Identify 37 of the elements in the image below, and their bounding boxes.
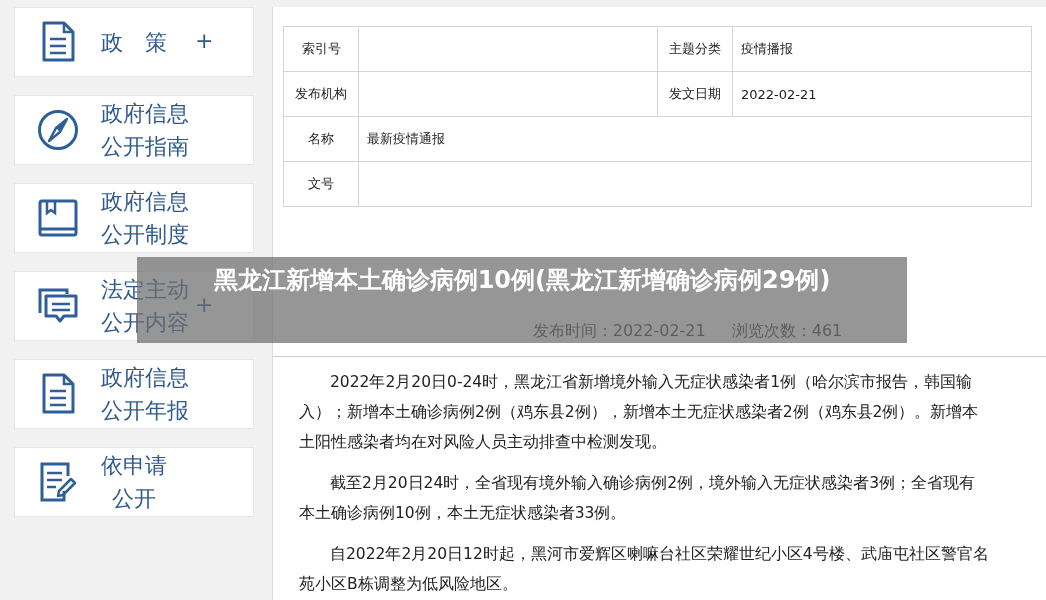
article-paragraph: 自2022年2月20日12时起，黑河市爱辉区喇嘛台社区荣耀世纪小区4号楼、武庙屯社区警官名苑小区B栋调整为低风险地区。: [299, 544, 990, 595]
document-icon: [41, 21, 75, 63]
meta-text: 浏览次数：461: [731, 321, 843, 342]
document-icon: [41, 373, 75, 415]
field-label: 发布机构: [283, 71, 359, 117]
article-paragraph: 2022年2月20日0-24时，黑龙江省新增境外输入无症状感染者1例（哈尔滨市报告，韩国输入）；新增本土确诊病例2例（鸡东县2例），新增本土无症状感染者2例（鸡东县2例）。新增本土阳性感染者均在对风险人员主动排查中检测发现。: [299, 372, 980, 453]
sidebar-label: 依申请: [101, 452, 167, 480]
edit-icon: [40, 461, 76, 503]
sidebar-item[interactable]: 依申请 公开: [14, 447, 254, 517]
field-label: 发文日期: [657, 71, 733, 117]
sidebar-label: 公开年报: [101, 397, 189, 425]
sidebar-item[interactable]: 政府信息 公开指南: [14, 95, 254, 165]
field-label: 索引号: [283, 26, 359, 72]
sidebar-item[interactable]: 政府信息 公开年报: [14, 359, 254, 429]
sidebar-label: 公开: [112, 485, 156, 513]
sidebar-label: 公开内容: [101, 309, 189, 337]
chat-icon: [38, 287, 78, 325]
field-value: 最新疫情通报: [358, 116, 1032, 162]
field-value: 2022-02-21: [732, 71, 1032, 117]
book-icon: [38, 199, 78, 237]
expand-toggle[interactable]: +: [195, 26, 214, 56]
meta-text: 发布时间：2022-02-21: [532, 321, 706, 342]
compass-icon: [37, 109, 79, 151]
sidebar-label: 法定主动: [101, 276, 189, 304]
field-value: 疫情播报: [732, 26, 1032, 72]
sidebar-label: 政府信息: [101, 188, 189, 216]
field-label: 主题分类: [657, 26, 733, 72]
article-paragraph: 截至2月20日24时，全省现有境外输入确诊病例2例，境外输入无症状感染者3例；全省现有本土确诊病例10例，本土无症状感染者33例。: [299, 473, 977, 524]
sidebar-label: 政府信息: [101, 100, 189, 128]
sidebar-label: 政 策: [101, 28, 167, 57]
sidebar-label: 政府信息: [101, 364, 189, 392]
sidebar-item[interactable]: 政 策 +: [14, 7, 254, 77]
sidebar-label: 公开制度: [101, 221, 189, 249]
field-label: 文号: [283, 161, 359, 207]
sidebar-item[interactable]: 政府信息 公开制度: [14, 183, 254, 253]
field-label: 名称: [283, 116, 359, 162]
sidebar-label: 公开指南: [101, 133, 189, 161]
